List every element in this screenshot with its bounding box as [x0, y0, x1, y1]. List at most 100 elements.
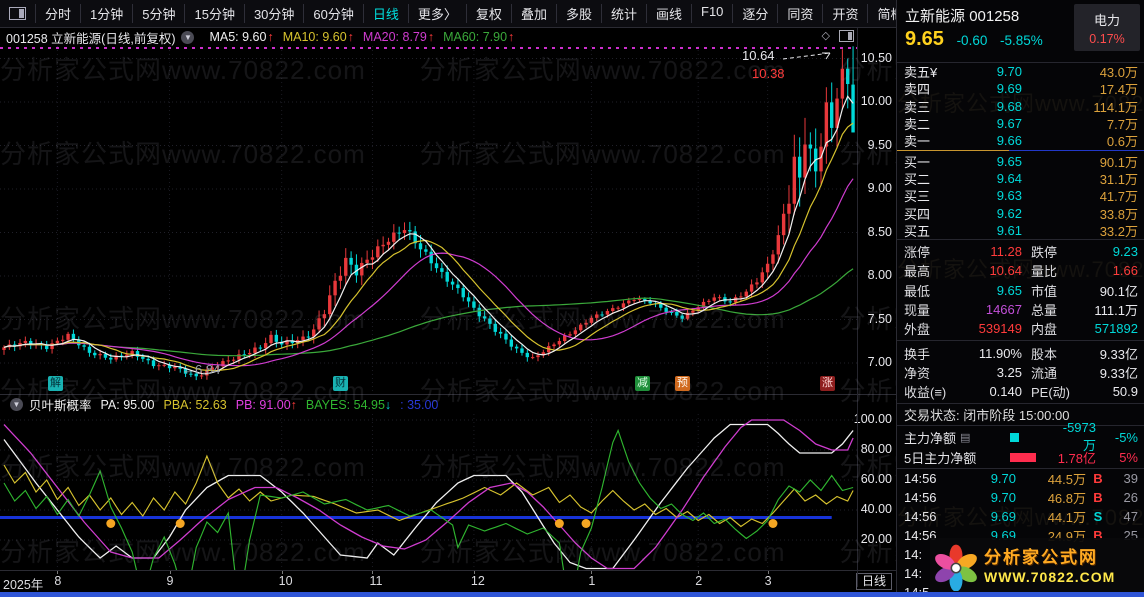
- event-badge-涨[interactable]: 涨: [820, 376, 835, 391]
- indicator-value: : 35.00: [400, 397, 439, 412]
- stat-row: 涨停 11.28 跌停 9.23: [897, 242, 1144, 261]
- menubar-item-逐分[interactable]: 逐分: [732, 4, 777, 23]
- bid-price: 9.61: [996, 222, 1022, 238]
- flow-swatch-wrap: [1010, 432, 1050, 442]
- menubar-item-复权[interactable]: 复权: [465, 4, 511, 23]
- indicator-value: PA: 95.00: [100, 397, 155, 412]
- event-badge-财[interactable]: 财: [333, 376, 348, 391]
- ask-row[interactable]: 卖一 9.66 0.6万: [897, 132, 1144, 149]
- trade-time: 14:56: [904, 490, 937, 506]
- month-label: 11: [369, 574, 383, 588]
- indicator-value: BAYES: 54.95: [305, 397, 385, 412]
- month-label: 2: [695, 574, 703, 588]
- menubar-item-统计[interactable]: 统计: [600, 4, 646, 23]
- trade-status-row: 交易状态: 闭市阶段 15:00:00: [897, 403, 1144, 425]
- bid-row[interactable]: 买一 9.65 90.1万: [897, 152, 1144, 170]
- up-arrow-icon: ↑: [508, 30, 515, 44]
- menubar-item-多股[interactable]: 多股: [555, 4, 601, 23]
- menubar-item-F10[interactable]: F10: [691, 4, 732, 23]
- menubar-item-60分钟[interactable]: 60分钟: [303, 4, 362, 23]
- up-arrow-icon: ↑: [267, 30, 274, 44]
- stat-row: 净资 3.25 流通 9.33亿: [897, 363, 1144, 382]
- ask-volume: 7.7万: [1106, 117, 1138, 133]
- stats-panel: 涨停 11.28 跌停 9.23 最高 10.64 量比 1.66 最低 9.65 市值 90.1亿现…: [897, 238, 1144, 403]
- menubar-item-同资[interactable]: 同资: [777, 4, 822, 23]
- menubar-item-画线[interactable]: 画线: [645, 4, 691, 23]
- ask-row[interactable]: 卖五¥ 9.70 43.0万: [897, 63, 1144, 80]
- menubar-item-开资[interactable]: 开资: [822, 4, 867, 23]
- bid-row[interactable]: 买三 9.63 41.7万: [897, 187, 1144, 204]
- indicator-values: PA: 95.00 PBA: 52.63 PB: 91.00 ↑ BAYES: 54.9…: [92, 398, 439, 412]
- trade-side: S: [1093, 509, 1103, 525]
- menubar-item-日线[interactable]: 日线: [362, 4, 408, 23]
- menubar-item-30分钟[interactable]: 30分钟: [243, 4, 303, 23]
- stat-label: 外盘: [904, 322, 931, 338]
- indicator-chart-canvas[interactable]: [0, 414, 858, 570]
- main-chart[interactable]: 10.50 10.00 9.50 9.00 8.50 8.00 7.50 7.00 10.64…: [0, 46, 896, 394]
- flow-label: 5日主力净额: [904, 450, 977, 466]
- diamond-icon[interactable]: ◇: [822, 29, 830, 42]
- order-book: 卖五¥ 9.70 43.0万 卖四 9.69 17.4万 卖三 9.68 114.1万 卖二 9.6…: [897, 63, 1144, 239]
- window-icon[interactable]: [839, 29, 854, 42]
- flow-value: 1.78亿: [1057, 450, 1096, 466]
- event-badge-解[interactable]: 解: [48, 376, 63, 391]
- trade-volume: 44.1万: [1047, 510, 1086, 526]
- bid-price: 9.63: [996, 188, 1022, 204]
- bid-label: 买三: [904, 189, 931, 205]
- period-high-label: 10.64: [742, 48, 775, 63]
- menubar-item-5分钟[interactable]: 5分钟: [132, 4, 184, 23]
- stat-row: 换手 11.90% 股本 9.33亿: [897, 343, 1144, 362]
- month-tick: [281, 571, 283, 574]
- ask-label: 卖三: [904, 99, 931, 115]
- stat-value: 50.9: [1112, 384, 1138, 400]
- bid-price: 9.65: [996, 153, 1022, 169]
- layout-icon[interactable]: [9, 7, 26, 20]
- event-badge-预[interactable]: 预: [675, 376, 690, 391]
- flow-swatch: [1010, 452, 1036, 462]
- stat-label: 总量: [1031, 303, 1058, 318]
- menubar-item-分时[interactable]: 分时: [35, 4, 80, 23]
- indicator-chart[interactable]: 100.00 80.00 60.00 40.00 20.00: [0, 412, 896, 570]
- note-icon[interactable]: ▤: [960, 431, 970, 444]
- capital-flow-panel: 主力净额 ▤ -5973万 -5% 5日主力净额 1.78亿 5%: [897, 420, 1144, 468]
- trade-row: 14:56 9.69 44.1万 S 47: [897, 507, 1144, 526]
- menubar-item-1分钟[interactable]: 1分钟: [80, 4, 132, 23]
- year-label: 2025年: [3, 578, 44, 592]
- stat-value: 9.23: [1112, 244, 1138, 260]
- price-change-pct: -5.85%: [999, 33, 1043, 48]
- bid-price: 9.62: [996, 205, 1022, 221]
- stat-value: 539149: [978, 321, 1022, 337]
- chevron-down-icon[interactable]: ▼: [10, 398, 23, 411]
- ask-row[interactable]: 卖二 9.67 7.7万: [897, 115, 1144, 132]
- trade-ticker: 14:56 9.70 44.5万 B 39 14:56 9.70 46.8万 B 26 14:56 9…: [897, 468, 1144, 592]
- stat-label: 市值: [1031, 283, 1058, 299]
- signal-price-label: 10.38: [752, 66, 785, 81]
- ask-row[interactable]: 卖三 9.68 114.1万: [897, 98, 1144, 115]
- indicator-name: 贝叶斯概率: [29, 399, 92, 413]
- main-chart-canvas[interactable]: [0, 46, 858, 394]
- menubar-item-叠加[interactable]: 叠加: [510, 4, 556, 23]
- menubar-item-15分钟[interactable]: 15分钟: [184, 4, 243, 23]
- sector-box[interactable]: 电力 0.17%: [1074, 4, 1140, 51]
- bid-label: 买一: [904, 154, 931, 170]
- ask-row[interactable]: 卖四 9.69 17.4万: [897, 80, 1144, 97]
- ask-price: 9.66: [996, 133, 1022, 149]
- menubar-item-更多〉[interactable]: 更多〉: [407, 4, 466, 23]
- chevron-down-icon[interactable]: ▼: [181, 30, 195, 44]
- brand-site: WWW.70822.COM: [984, 568, 1116, 585]
- bid-row[interactable]: 买二 9.64 31.1万: [897, 170, 1144, 187]
- month-tick: [767, 571, 769, 574]
- brand-name: 分析家公式网: [984, 548, 1098, 568]
- bid-row[interactable]: 买五 9.61 33.2万: [897, 222, 1144, 239]
- price-tick: 8.00: [867, 268, 892, 282]
- indicator-value: PBA: 52.63: [163, 397, 227, 412]
- stat-label: 净资: [904, 365, 931, 381]
- menubar: 分时 1分钟 5分钟 15分钟 30分钟 60分钟 日线 更多〉 复权 叠加 多股 统计 画线 F10 逐分…: [0, 0, 1091, 28]
- event-badge-减[interactable]: 减: [635, 376, 650, 391]
- indicator-tick: 40.00: [860, 502, 892, 516]
- price-tick: 10.50: [860, 50, 892, 65]
- period-box[interactable]: 日线: [855, 573, 892, 590]
- arrow-icon: ↑: [290, 397, 297, 412]
- stat-row: 最高 10.64 量比 1.66: [897, 261, 1144, 280]
- bid-row[interactable]: 买四 9.62 33.8万: [897, 204, 1144, 222]
